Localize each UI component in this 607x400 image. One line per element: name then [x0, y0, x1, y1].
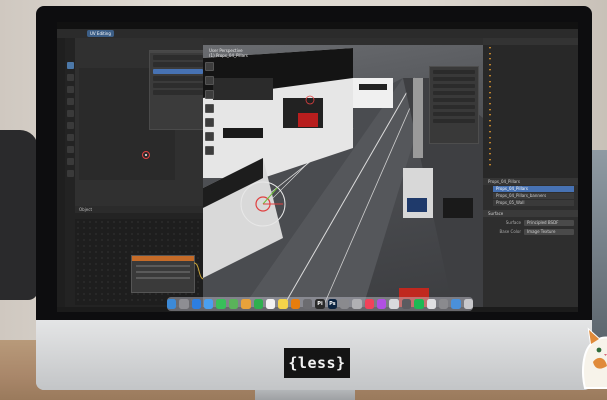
- facetime-icon[interactable]: [253, 299, 263, 309]
- move-tool-icon[interactable]: [66, 86, 74, 93]
- viewport-sidebar-panel[interactable]: [429, 66, 479, 144]
- shader-editor-header: Object: [75, 206, 203, 213]
- pixelmator-icon[interactable]: Pi: [315, 299, 325, 309]
- viewport-measure-icon[interactable]: [205, 132, 214, 141]
- base-color-input[interactable]: Image Texture: [524, 228, 574, 235]
- trash-icon[interactable]: [463, 299, 473, 309]
- viewport-cursor-icon[interactable]: [205, 76, 214, 85]
- shader-node[interactable]: [131, 255, 195, 293]
- app-icon-7[interactable]: [451, 299, 461, 309]
- uv-cursor-icon: [142, 151, 150, 159]
- transform-field[interactable]: [433, 91, 475, 95]
- transform-field[interactable]: [433, 70, 475, 74]
- node-header: [132, 256, 194, 261]
- music-icon[interactable]: [364, 299, 375, 309]
- viewport-add-icon[interactable]: [205, 146, 214, 155]
- viewport-tool-column: [205, 62, 215, 155]
- tab-uv-editing[interactable]: UV Editing: [87, 30, 114, 37]
- macos-dock: Pi Ps: [167, 297, 473, 311]
- cursor-tool-icon[interactable]: [66, 74, 74, 81]
- finder-alt-icon[interactable]: [302, 299, 313, 309]
- podcasts-icon[interactable]: [377, 299, 387, 309]
- app-icon-1[interactable]: [340, 299, 350, 309]
- viewport-view-label: User Perspective (1) Props_04_Pillars: [209, 48, 248, 58]
- material-slot[interactable]: Props_04_Pillars_banners: [493, 193, 574, 199]
- node-socket-row: [136, 265, 190, 267]
- maps-icon[interactable]: [228, 299, 239, 309]
- app-icon-6[interactable]: [438, 299, 449, 309]
- relax-tool-icon[interactable]: [66, 170, 74, 177]
- base-color-field: Base Color Image Texture: [487, 228, 574, 235]
- transform-field[interactable]: [433, 119, 475, 123]
- shader-editor-mode[interactable]: Object: [79, 207, 92, 212]
- safari-icon[interactable]: [191, 299, 202, 309]
- side-object: [591, 150, 607, 340]
- sidebar-field[interactable]: [153, 90, 203, 95]
- node-socket-row: [136, 271, 190, 273]
- app-icon-3[interactable]: [389, 299, 399, 309]
- material-name-header: Props_04_Pillars: [483, 178, 578, 185]
- messages-icon[interactable]: [216, 299, 226, 309]
- app-icon-5[interactable]: [426, 299, 436, 309]
- sidebar-field[interactable]: [153, 62, 203, 67]
- transform-field[interactable]: [433, 98, 475, 102]
- viewport-header: [203, 38, 483, 45]
- less-logo-sticker: {less}: [284, 348, 350, 378]
- select-tool-icon[interactable]: [66, 62, 74, 69]
- transform-field[interactable]: [433, 84, 475, 88]
- launchpad-icon[interactable]: [179, 299, 189, 309]
- viewport-rotate-icon[interactable]: [205, 104, 214, 113]
- viewport-scale-icon[interactable]: [205, 118, 214, 127]
- material-properties-panel[interactable]: Props_04_Pillars Props_04_Pillars Props_…: [483, 178, 578, 307]
- workspace-tabs: UV Editing: [57, 29, 578, 38]
- calendar-icon[interactable]: [265, 299, 276, 309]
- shader-node-editor[interactable]: [75, 219, 204, 305]
- outliner-header: [483, 38, 578, 45]
- photoshop-icon[interactable]: Ps: [327, 299, 338, 309]
- transform-tool-icon[interactable]: [66, 122, 74, 129]
- blender-screen: UV Editing Object User Perspective (1) P…: [57, 22, 578, 312]
- photos-icon[interactable]: [241, 299, 251, 309]
- spotify-icon[interactable]: [414, 299, 424, 309]
- sidebar-header: [150, 51, 206, 53]
- transform-field[interactable]: [433, 77, 475, 81]
- surface-shader-dropdown[interactable]: Principled BSDF: [524, 219, 574, 226]
- cat-sticker-icon: [582, 327, 607, 389]
- top-menu-bar: [57, 22, 578, 29]
- notes-icon[interactable]: [278, 299, 288, 309]
- left-toolbar-strip: [57, 38, 65, 312]
- uv-tool-column: [65, 62, 75, 212]
- viewport-move-icon[interactable]: [205, 90, 214, 99]
- material-slot[interactable]: Props_05_Wall: [493, 200, 574, 206]
- sidebar-field[interactable]: [153, 76, 203, 81]
- blender-icon[interactable]: [290, 299, 300, 309]
- sidebar-field[interactable]: [153, 83, 203, 88]
- viewport-select-icon[interactable]: [205, 62, 214, 71]
- transform-field[interactable]: [433, 105, 475, 109]
- field-label: Base Color: [499, 229, 521, 234]
- material-slot[interactable]: Props_04_Pillars: [493, 186, 574, 192]
- finder-icon[interactable]: [167, 299, 177, 309]
- office-chair: [0, 130, 38, 300]
- surface-section-header[interactable]: Surface: [483, 210, 578, 217]
- scale-tool-icon[interactable]: [66, 110, 74, 117]
- app-icon-4[interactable]: [401, 299, 412, 309]
- mail-icon[interactable]: [204, 299, 214, 309]
- app-icon-2[interactable]: [352, 299, 362, 309]
- surface-field: Surface Principled BSDF: [487, 219, 574, 226]
- uv-sidebar-panel[interactable]: [149, 50, 207, 130]
- outliner-item[interactable]: [483, 162, 578, 168]
- outliner-panel[interactable]: [483, 38, 578, 178]
- sidebar-field-active[interactable]: [153, 69, 203, 74]
- sidebar-field[interactable]: [153, 55, 203, 60]
- grab-tool-icon[interactable]: [66, 146, 74, 153]
- rotate-tool-icon[interactable]: [66, 98, 74, 105]
- node-socket-row: [136, 277, 190, 279]
- transform-field[interactable]: [433, 112, 475, 116]
- pinch-tool-icon[interactable]: [66, 158, 74, 165]
- annotate-tool-icon[interactable]: [66, 134, 74, 141]
- field-label: Surface: [505, 220, 521, 225]
- viewport-active-object: (1) Props_04_Pillars: [209, 53, 248, 58]
